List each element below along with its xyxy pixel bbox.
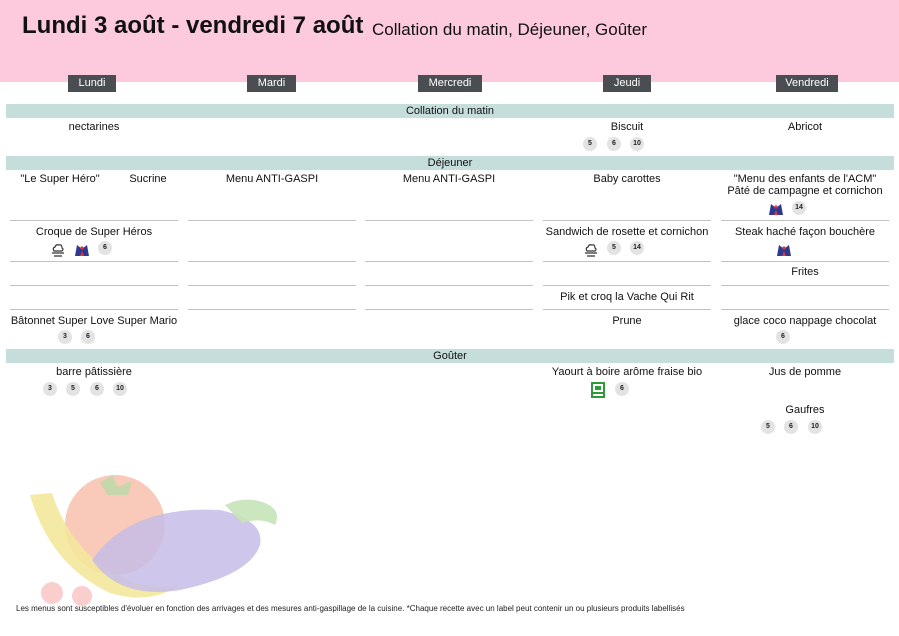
collation-vendredi: Abricot [787, 121, 823, 133]
gouter-jeudi: Yaourt à boire arôme fraise bio [551, 366, 703, 378]
section-collation: Collation du matin [6, 104, 894, 118]
dejeuner-vendredi-title: "Menu des enfants de l'ACM" [733, 173, 877, 185]
dejeuner-mardi-entree: Menu ANTI-GASPI [225, 173, 319, 185]
allergen-badge: 14 [792, 201, 806, 215]
page-title: Lundi 3 août - vendredi 7 août [22, 12, 364, 39]
row-divider [10, 309, 178, 310]
gouter-vendredi-gateau: Gaufres [785, 404, 825, 416]
allergen-badge: 6 [776, 330, 790, 344]
row-divider [10, 220, 178, 221]
allergen-badge: 6 [615, 382, 629, 396]
row-divider [365, 285, 533, 286]
section-gouter: Goûter [6, 349, 894, 363]
allergen-badge: 3 [58, 330, 72, 344]
allergen-badge: 3 [43, 382, 57, 396]
allergen-badge: 6 [81, 330, 95, 344]
row-divider [543, 285, 711, 286]
dejeuner-jeudi-entree: Baby carottes [593, 173, 661, 185]
row-divider [543, 261, 711, 262]
row-divider [721, 285, 889, 286]
row-divider [721, 261, 889, 262]
row-divider [188, 220, 356, 221]
allergen-badge: 10 [630, 137, 644, 151]
day-label-jeudi: Jeudi [603, 75, 651, 92]
dejeuner-vendredi-dessert: glace coco nappage chocolat [733, 315, 877, 327]
allergen-badge: 10 [113, 382, 127, 396]
collation-lundi: nectarines [68, 121, 120, 133]
dejeuner-vendredi-entree: Pâté de campagne et cornichon [727, 185, 883, 197]
chef-hat-icon [50, 242, 66, 258]
row-divider [188, 285, 356, 286]
row-divider [10, 261, 178, 262]
dejeuner-jeudi-laitage: Pik et croq la Vache Qui Rit [560, 291, 694, 303]
page-subtitle: Collation du matin, Déjeuner, Goûter [372, 20, 647, 39]
dejeuner-jeudi-plat: Sandwich de rosette et cornichon [545, 226, 709, 238]
row-divider [721, 220, 889, 221]
day-label-lundi: Lundi [68, 75, 116, 92]
allergen-badge: 5 [66, 382, 80, 396]
allergen-badge: 5 [583, 137, 597, 151]
row-divider [543, 309, 711, 310]
gouter-vendredi-boisson: Jus de pomme [768, 366, 842, 378]
bio-ab-icon [591, 382, 605, 398]
origine-france-icon [74, 242, 90, 258]
day-label-mercredi: Mercredi [418, 75, 482, 92]
row-divider [543, 220, 711, 221]
dejeuner-lundi-entree: Sucrine [129, 173, 167, 185]
allergen-badge: 5 [761, 420, 775, 434]
day-label-vendredi: Vendredi [776, 75, 838, 92]
row-divider [365, 309, 533, 310]
dejeuner-lundi-theme: "Le Super Héro" [20, 173, 100, 185]
dejeuner-vendredi-garniture: Frites [791, 266, 819, 278]
dejeuner-vendredi-plat: Steak haché façon bouchère [734, 226, 876, 238]
allergen-badge: 6 [784, 420, 798, 434]
allergen-badge: 6 [98, 241, 112, 255]
row-divider [10, 285, 178, 286]
day-label-mardi: Mardi [247, 75, 296, 92]
dejeuner-lundi-dessert: Bâtonnet Super Love Super Mario [10, 315, 178, 327]
vegetables-illustration [30, 475, 278, 606]
footer-note: Les menus sont susceptibles d'évoluer en… [16, 604, 685, 613]
allergen-badge: 10 [808, 420, 822, 434]
allergen-badge: 6 [607, 137, 621, 151]
allergen-badge: 14 [630, 241, 644, 255]
allergen-badge: 5 [607, 241, 621, 255]
gouter-lundi: barre pâtissière [56, 366, 132, 378]
row-divider [365, 261, 533, 262]
chef-hat-icon [583, 242, 599, 258]
row-divider [365, 220, 533, 221]
dejeuner-lundi-plat: Croque de Super Héros [35, 226, 153, 238]
row-divider [721, 309, 889, 310]
section-dejeuner: Déjeuner [6, 156, 894, 170]
dejeuner-mercredi-entree: Menu ANTI-GASPI [402, 173, 496, 185]
collation-jeudi: Biscuit [610, 121, 644, 133]
dejeuner-jeudi-dessert: Prune [612, 315, 642, 327]
row-divider [188, 309, 356, 310]
allergen-badge: 6 [90, 382, 104, 396]
row-divider [188, 261, 356, 262]
origine-france-icon [776, 242, 792, 258]
header-banner: Lundi 3 août - vendredi 7 août Collation… [0, 0, 899, 82]
menu-page: Lundi 3 août - vendredi 7 août Collation… [0, 0, 899, 636]
origine-france-icon [768, 201, 784, 217]
